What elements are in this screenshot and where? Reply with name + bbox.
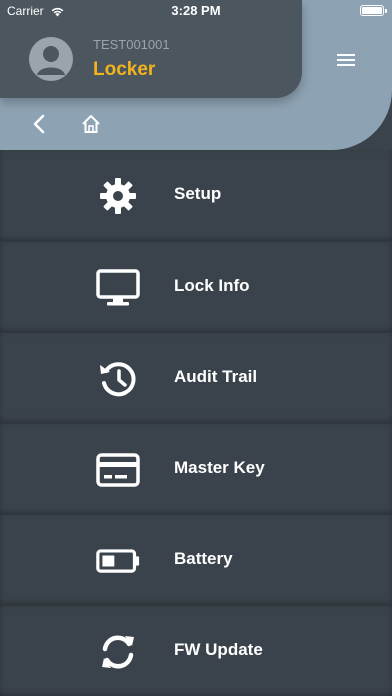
- menu-item-label: Battery: [174, 549, 233, 568]
- monitor-icon: [96, 266, 140, 310]
- back-button[interactable]: [30, 113, 48, 135]
- page-title: Locker: [93, 59, 156, 80]
- menu-item-fw-update[interactable]: FW Update: [0, 605, 392, 696]
- hamburger-menu-icon[interactable]: [336, 52, 356, 68]
- menu-item-label: Lock Info: [174, 276, 250, 295]
- menu-item-audit-trail[interactable]: Audit Trail: [0, 332, 392, 423]
- menu-item-lock-info[interactable]: Lock Info: [0, 241, 392, 332]
- menu-list: Setup Lock Info Audit Trail Master Key B…: [0, 150, 392, 696]
- menu-item-setup[interactable]: Setup: [0, 150, 392, 241]
- history-icon: [96, 357, 140, 401]
- gear-icon: [96, 174, 140, 218]
- menu-item-battery[interactable]: Battery: [0, 514, 392, 605]
- sync-icon: [96, 630, 140, 674]
- status-bar: Carrier 3:28 PM: [0, 0, 392, 22]
- menu-item-master-key[interactable]: Master Key: [0, 423, 392, 514]
- menu-item-label: FW Update: [174, 640, 263, 659]
- device-id: TEST001001: [93, 37, 170, 52]
- battery-icon: [96, 539, 140, 583]
- home-icon: [82, 115, 100, 133]
- status-battery-icon: [360, 5, 387, 16]
- card-icon: [96, 448, 140, 492]
- avatar-icon: [29, 37, 73, 81]
- menu-item-label: Master Key: [174, 458, 265, 477]
- status-time: 3:28 PM: [171, 3, 221, 18]
- menu-item-label: Audit Trail: [174, 367, 258, 386]
- home-button[interactable]: [80, 113, 102, 135]
- menu-item-label: Setup: [174, 184, 222, 203]
